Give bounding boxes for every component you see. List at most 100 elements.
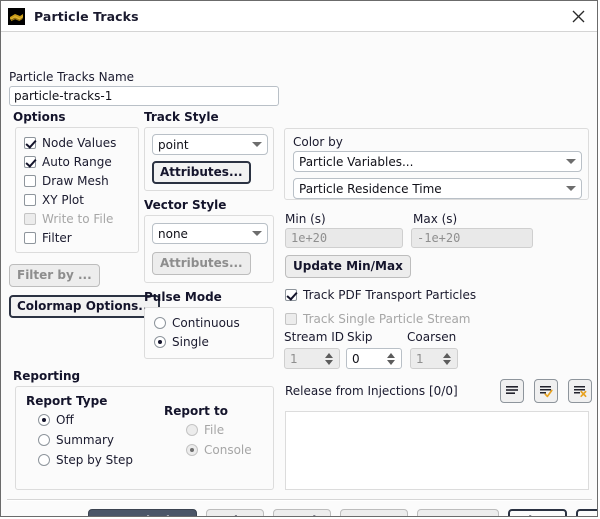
checkbox-draw-mesh[interactable]: Draw Mesh bbox=[24, 172, 138, 189]
particle-tracks-name-input[interactable] bbox=[9, 86, 279, 106]
radio-indicator bbox=[154, 316, 166, 329]
color-by-variable-value: Particle Residence Time bbox=[299, 181, 442, 196]
radio-label: Step by Step bbox=[56, 452, 133, 467]
dialog-body: Particle Tracks Name Options Node Values… bbox=[1, 32, 597, 516]
stepper-arrows[interactable] bbox=[321, 352, 339, 365]
track-style-value: point bbox=[158, 137, 189, 152]
radio-pulse-continuous[interactable]: Continuous bbox=[154, 314, 273, 331]
stepper-arrows[interactable] bbox=[383, 352, 401, 365]
checkbox-label: Filter bbox=[42, 230, 72, 245]
checkbox-label: Auto Range bbox=[42, 154, 112, 169]
radio-label: File bbox=[204, 422, 225, 437]
name-field-group: Particle Tracks Name bbox=[9, 70, 279, 106]
reporting-section-title: Reporting bbox=[13, 369, 81, 383]
min-value-field[interactable]: 1e+20 bbox=[285, 228, 403, 248]
radio-indicator bbox=[38, 413, 50, 426]
track-style-select[interactable]: point bbox=[152, 134, 268, 155]
color-by-variable-select[interactable]: Particle Residence Time bbox=[293, 178, 582, 199]
checkbox-indicator bbox=[285, 312, 297, 325]
filter-by-button[interactable]: Filter by ... bbox=[9, 264, 100, 287]
pulse-mode-section-title: Pulse Mode bbox=[144, 290, 222, 304]
stepper-up-icon[interactable] bbox=[442, 352, 451, 358]
close-button[interactable]: Close bbox=[508, 509, 567, 516]
stream-id-stepper[interactable]: 1 bbox=[284, 348, 340, 369]
list-deselect-icon[interactable] bbox=[568, 379, 592, 403]
coarsen-stepper[interactable]: 1 bbox=[410, 348, 458, 369]
max-label: Max (s) bbox=[413, 212, 458, 226]
injections-list[interactable] bbox=[285, 411, 589, 490]
name-field-label: Particle Tracks Name bbox=[9, 70, 135, 84]
checkbox-indicator bbox=[24, 212, 36, 225]
vector-style-attributes-button[interactable]: Attributes... bbox=[152, 252, 251, 275]
checkbox-label: XY Plot bbox=[42, 192, 84, 207]
chevron-down-icon bbox=[566, 159, 576, 164]
radio-report-summary[interactable]: Summary bbox=[38, 431, 133, 448]
checkbox-label: Track Single Particle Stream bbox=[303, 311, 471, 326]
chevron-down-icon bbox=[252, 231, 262, 236]
radio-label: Summary bbox=[56, 432, 114, 447]
options-section-title: Options bbox=[13, 110, 66, 124]
checkbox-track-single-stream: Track Single Particle Stream bbox=[285, 310, 471, 327]
radio-indicator bbox=[38, 453, 50, 466]
min-label: Min (s) bbox=[285, 212, 326, 226]
particle-tracks-icon bbox=[8, 7, 25, 25]
checkbox-node-values[interactable]: Node Values bbox=[24, 134, 138, 151]
color-by-category-select[interactable]: Particle Variables... bbox=[293, 151, 582, 172]
track-button[interactable]: Track bbox=[273, 509, 332, 516]
skip-stepper[interactable]: 0 bbox=[346, 348, 402, 369]
color-by-label: Color by bbox=[293, 135, 343, 149]
title-bar: Particle Tracks bbox=[1, 1, 597, 32]
checkbox-filter[interactable]: Filter bbox=[24, 229, 138, 246]
radio-label: Console bbox=[204, 442, 252, 457]
options-group: Node Values Auto Range Draw Mesh XY Plot… bbox=[15, 127, 139, 253]
reporting-group: Report Type Off Summary Step by Step Rep… bbox=[15, 386, 274, 490]
track-style-group: point Attributes... bbox=[144, 127, 274, 191]
pulse-button[interactable]: Pulse bbox=[205, 509, 265, 516]
radio-report-step-by-step[interactable]: Step by Step bbox=[38, 451, 133, 468]
footer-button-bar: Save/Display Pulse Track Axes... Curves.… bbox=[88, 509, 597, 516]
axes-button[interactable]: Axes... bbox=[340, 509, 409, 516]
stepper-up-icon[interactable] bbox=[386, 352, 395, 358]
update-min-max-button[interactable]: Update Min/Max bbox=[285, 255, 411, 278]
stepper-down-icon[interactable] bbox=[386, 359, 395, 365]
injections-label: Release from Injections [0/0] bbox=[285, 384, 458, 398]
stepper-arrows[interactable] bbox=[439, 352, 457, 365]
close-icon[interactable] bbox=[565, 3, 591, 29]
checkbox-label: Draw Mesh bbox=[42, 173, 109, 188]
vector-style-select[interactable]: none bbox=[152, 223, 268, 244]
checkbox-indicator bbox=[24, 136, 36, 149]
max-value-field[interactable]: -1e+20 bbox=[411, 228, 533, 248]
vector-style-section-title: Vector Style bbox=[144, 198, 227, 212]
checkbox-track-pdf-transport[interactable]: Track PDF Transport Particles bbox=[285, 286, 476, 303]
list-select-icon[interactable] bbox=[534, 379, 558, 403]
stepper-up-icon[interactable] bbox=[324, 352, 333, 358]
checkbox-indicator bbox=[24, 231, 36, 244]
checkbox-auto-range[interactable]: Auto Range bbox=[24, 153, 138, 170]
track-style-attributes-button[interactable]: Attributes... bbox=[152, 161, 251, 184]
radio-indicator bbox=[154, 335, 166, 348]
help-button[interactable]: Help bbox=[575, 509, 597, 516]
coarsen-value: 1 bbox=[416, 351, 424, 366]
checkbox-label: Write to File bbox=[42, 211, 114, 226]
colormap-options-button[interactable]: Colormap Options... bbox=[9, 295, 160, 318]
report-type-title: Report Type bbox=[26, 394, 108, 408]
radio-label: Off bbox=[56, 412, 74, 427]
vector-style-group: none Attributes... bbox=[144, 215, 274, 283]
chevron-down-icon bbox=[252, 142, 262, 147]
radio-report-off[interactable]: Off bbox=[38, 411, 133, 428]
curves-button[interactable]: Curves... bbox=[417, 509, 500, 516]
checkbox-write-to-file: Write to File bbox=[24, 210, 138, 227]
radio-label: Continuous bbox=[172, 315, 240, 330]
vector-style-value: none bbox=[158, 226, 188, 241]
stepper-down-icon[interactable] bbox=[442, 359, 451, 365]
checkbox-indicator bbox=[24, 193, 36, 206]
radio-indicator bbox=[186, 423, 198, 436]
save-display-button[interactable]: Save/Display bbox=[88, 509, 197, 516]
report-to-title: Report to bbox=[164, 404, 229, 418]
stepper-down-icon[interactable] bbox=[324, 359, 333, 365]
track-style-section-title: Track Style bbox=[144, 110, 219, 124]
checkbox-xy-plot[interactable]: XY Plot bbox=[24, 191, 138, 208]
radio-indicator bbox=[38, 433, 50, 446]
radio-pulse-single[interactable]: Single bbox=[154, 333, 273, 350]
list-all-icon[interactable] bbox=[500, 379, 524, 403]
